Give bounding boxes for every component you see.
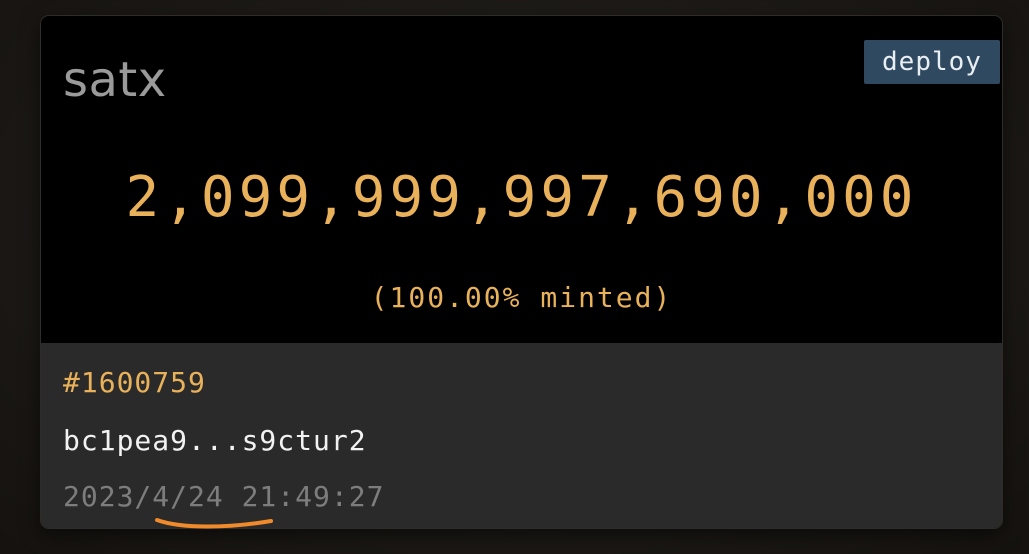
token-supply: 2,099,999,997,690,000 — [125, 165, 918, 230]
inscription-number[interactable]: #1600759 — [63, 365, 206, 401]
token-card[interactable]: satx deploy 2,099,999,997,690,000 (100.0… — [41, 16, 1002, 528]
deployer-address[interactable]: bc1pea9...s9ctur2 — [63, 423, 367, 459]
deploy-timestamp: 2023/4/24 21:49:27 — [63, 480, 385, 513]
token-card-footer: #1600759 bc1pea9...s9ctur2 2023/4/24 21:… — [41, 343, 1002, 528]
token-ticker: satx — [63, 52, 167, 108]
operation-badge: deploy — [864, 40, 1000, 84]
token-card-header: satx deploy 2,099,999,997,690,000 (100.0… — [41, 16, 1002, 343]
minted-progress: (100.00% minted) — [370, 281, 673, 314]
